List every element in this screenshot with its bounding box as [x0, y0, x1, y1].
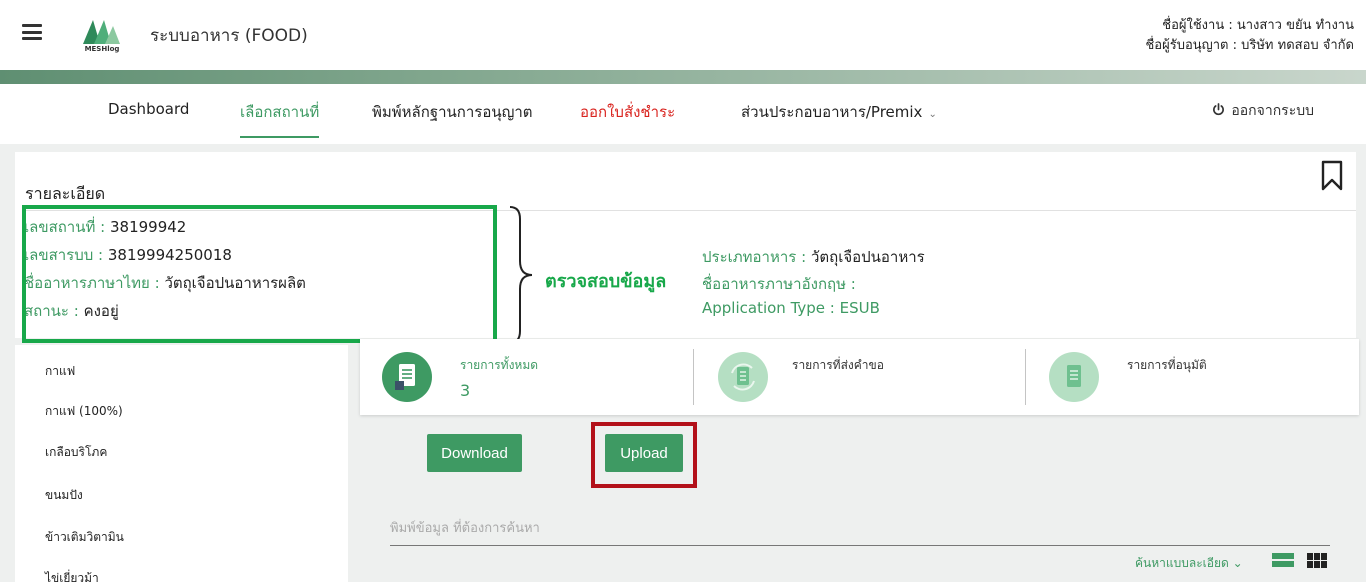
licensee-name: ชื่อผู้รับอนุญาต : บริษัท ทดสอบ จำกัด [1145, 38, 1354, 53]
english-name-label: ชื่ออาหารภาษาอังกฤษ : [702, 275, 856, 293]
user-name: ชื่อผู้ใช้งาน : นางสาว ขยัน ทำงาน [1162, 18, 1354, 33]
check-data-label: ตรวจสอบข้อมูล [545, 271, 667, 292]
nav-issue-payment[interactable]: ออกใบสั่งชำระ [580, 100, 675, 124]
application-type-label: Application Type : [702, 299, 835, 317]
grid-view-icon[interactable] [1307, 553, 1327, 568]
sidebar-item[interactable]: เกลือบริโภค [45, 443, 107, 462]
nav-ingredients-label: ส่วนประกอบอาหาร/Premix [741, 103, 923, 121]
sidebar-item[interactable]: ข้าวเติมวิตามิน [45, 528, 124, 547]
application-type-field: Application Type : ESUB [702, 299, 880, 317]
bookmark-icon[interactable] [1320, 160, 1344, 192]
logout-button[interactable]: ออกจากระบบ [1212, 100, 1314, 122]
chevron-down-icon: ⌄ [928, 109, 937, 120]
english-name-field: ชื่ออาหารภาษาอังกฤษ : [702, 272, 856, 296]
app-header: MESHlog ระบบอาหาร (FOOD) ชื่อผู้ใช้งาน :… [0, 0, 1366, 70]
logo-text: MESHlog [84, 45, 120, 53]
nav-select-location[interactable]: เลือกสถานที่ [240, 100, 320, 138]
main-nav: Dashboard เลือกสถานที่ พิมพ์หลักฐานการอน… [0, 84, 1366, 144]
sidebar-item[interactable]: กาแฟ (100%) [45, 402, 123, 421]
stats-divider [1025, 349, 1026, 405]
nav-ingredients-dropdown[interactable]: ส่วนประกอบอาหาร/Premix ⌄ [741, 100, 937, 124]
nav-print-license[interactable]: พิมพ์หลักฐานการอนุญาต [372, 100, 533, 124]
approved-items-icon [1049, 352, 1099, 402]
submitted-items-icon [718, 352, 768, 402]
user-info: ชื่อผู้ใช้งาน : นางสาว ขยัน ทำงาน ชื่อผู… [1145, 16, 1354, 56]
page: MESHlog ระบบอาหาร (FOOD) ชื่อผู้ใช้งาน :… [0, 0, 1366, 582]
search-input[interactable] [390, 512, 1330, 546]
hamburger-menu-icon[interactable] [22, 24, 42, 40]
food-type-value: วัตถุเจือปนอาหาร [810, 248, 925, 266]
chevron-down-icon: ⌄ [1232, 556, 1243, 570]
download-button[interactable]: Download [427, 434, 522, 472]
approved-items-label: รายการที่อนุมัติ [1127, 358, 1207, 372]
food-type-label: ประเภทอาหาร : [702, 248, 807, 266]
header-gradient-bar [0, 70, 1366, 84]
refresh-document-icon [731, 363, 755, 391]
nav-dashboard[interactable]: Dashboard [108, 100, 189, 118]
stats-divider [693, 349, 694, 405]
total-items-label: รายการทั้งหมด [460, 358, 539, 372]
category-sidebar: กาแฟ กาแฟ (100%) เกลือบริโภค ขนมปัง ข้าว… [15, 345, 348, 582]
check-highlight-box [22, 205, 497, 343]
document-icon [1067, 365, 1081, 387]
total-items-icon [382, 352, 432, 402]
food-type-field: ประเภทอาหาร : วัตถุเจือปนอาหาร [702, 245, 925, 269]
sidebar-item[interactable]: กาแฟ [45, 362, 75, 381]
advanced-search-toggle[interactable]: ค้นหาแบบละเอียด ⌄ [1135, 554, 1243, 573]
meshlog-logo: MESHlog [80, 14, 124, 58]
logout-label: ออกจากระบบ [1231, 103, 1314, 119]
sidebar-item[interactable]: ไข่เยี่ยวม้า [45, 569, 99, 582]
stats-card: รายการทั้งหมด 3 รายการที่ส่งคำขอ รายการท… [360, 339, 1359, 415]
curly-brace-icon [509, 206, 533, 344]
application-type-value: ESUB [839, 299, 880, 317]
power-icon [1213, 103, 1225, 116]
upload-button[interactable]: Upload [605, 434, 683, 472]
total-items-value: 3 [460, 381, 471, 400]
app-title: ระบบอาหาร (FOOD) [150, 26, 308, 46]
details-title: รายละเอียด [25, 184, 106, 203]
list-view-icon[interactable] [1272, 553, 1294, 567]
submitted-items-label: รายการที่ส่งคำขอ [792, 358, 884, 372]
sidebar-item[interactable]: ขนมปัง [45, 486, 83, 505]
advanced-search-label: ค้นหาแบบละเอียด [1135, 556, 1229, 570]
document-icon [395, 364, 415, 390]
